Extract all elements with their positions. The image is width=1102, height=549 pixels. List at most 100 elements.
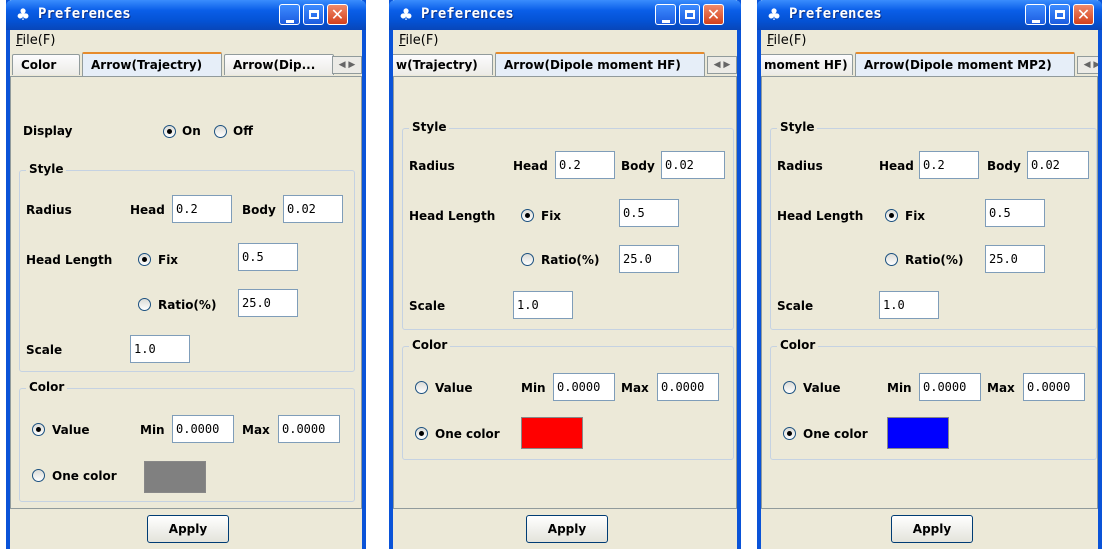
ratio-radio[interactable] <box>885 253 898 266</box>
value-label: Value <box>435 381 473 395</box>
body-field[interactable]: 0.02 <box>661 151 725 179</box>
tab-arrow-dipole[interactable]: Arrow(Dip... <box>224 54 334 75</box>
tab-arrow-trajectory[interactable]: w(Trajectry) <box>393 54 493 75</box>
ratio-label: Ratio(%) <box>905 253 964 267</box>
display-on-radio[interactable] <box>163 125 176 138</box>
menu-file[interactable]: File(F) <box>767 33 806 48</box>
one-color-radio[interactable] <box>783 427 796 440</box>
scale-field[interactable]: 1.0 <box>130 335 190 363</box>
max-field[interactable]: 0.0000 <box>1023 373 1085 401</box>
title-bar[interactable]: ♣ Preferences ✕ <box>757 0 1102 30</box>
min-field[interactable]: 0.0000 <box>172 415 234 443</box>
minimize-button[interactable] <box>279 4 300 25</box>
close-button[interactable]: ✕ <box>327 4 348 25</box>
divider <box>10 508 362 509</box>
close-button[interactable]: ✕ <box>1073 4 1094 25</box>
menu-bar: File(F) <box>393 30 737 52</box>
value-label: Value <box>52 423 90 437</box>
head-length-label: Head Length <box>26 253 113 267</box>
fix-field[interactable]: 0.5 <box>985 199 1045 227</box>
color-swatch[interactable] <box>144 461 206 493</box>
tab-color[interactable]: Color <box>12 54 80 75</box>
value-radio[interactable] <box>415 381 428 394</box>
tab-scroll-arrows[interactable]: ◀ ▶ <box>332 56 362 74</box>
fix-label: Fix <box>541 209 562 223</box>
color-swatch[interactable] <box>887 417 949 449</box>
ratio-radio[interactable] <box>521 253 534 266</box>
tab-scroll-arrows[interactable]: ◀ ▶ <box>707 56 737 74</box>
tab-scroll-arrows[interactable]: ◀ ▶ <box>1077 56 1098 74</box>
preferences-window-2: ♣ Preferences ✕ File(F) w(Trajectry) Arr… <box>389 0 741 549</box>
tab-content: Style Radius Head 0.2 Body 0.02 Head Len… <box>761 76 1098 509</box>
fix-field[interactable]: 0.5 <box>619 199 679 227</box>
ratio-field[interactable]: 25.0 <box>985 245 1045 273</box>
head-field[interactable]: 0.2 <box>172 195 232 223</box>
body-field[interactable]: 0.02 <box>283 195 343 223</box>
value-radio[interactable] <box>783 381 796 394</box>
menu-bar: File(F) <box>10 30 362 52</box>
value-label: Value <box>803 381 841 395</box>
one-color-radio[interactable] <box>32 469 45 482</box>
divider <box>761 508 1098 509</box>
display-off-label: Off <box>233 124 253 138</box>
one-color-radio[interactable] <box>415 427 428 440</box>
apply-button[interactable]: Apply <box>526 515 608 543</box>
max-field[interactable]: 0.0000 <box>657 373 719 401</box>
head-label: Head <box>879 159 914 173</box>
title-bar[interactable]: ♣ Preferences ✕ <box>6 0 366 30</box>
fix-field[interactable]: 0.5 <box>238 243 298 271</box>
maximize-button[interactable] <box>1049 4 1070 25</box>
head-label: Head <box>130 203 165 217</box>
window-title: Preferences <box>421 6 514 22</box>
value-radio[interactable] <box>32 423 45 436</box>
close-icon: ✕ <box>1076 5 1091 24</box>
preferences-window-3: ♣ Preferences ✕ File(F) moment HF) Arrow… <box>757 0 1102 549</box>
minimize-button[interactable] <box>1025 4 1046 25</box>
minimize-icon <box>1031 20 1040 23</box>
close-button[interactable]: ✕ <box>703 4 724 25</box>
tab-arrow-dipole-mp2[interactable]: Arrow(Dipole moment MP2) <box>855 52 1075 76</box>
maximize-button[interactable] <box>303 4 324 25</box>
scale-label: Scale <box>777 299 814 313</box>
display-label: Display <box>23 124 73 138</box>
minimize-icon <box>661 20 670 23</box>
ratio-field[interactable]: 25.0 <box>238 289 298 317</box>
one-color-label: One color <box>52 469 117 483</box>
scale-field[interactable]: 1.0 <box>513 291 573 319</box>
max-label: Max <box>242 423 270 437</box>
one-color-label: One color <box>435 427 500 441</box>
maximize-button[interactable] <box>679 4 700 25</box>
display-off-radio[interactable] <box>214 125 227 138</box>
head-field[interactable]: 0.2 <box>555 151 615 179</box>
ratio-label: Ratio(%) <box>158 298 217 312</box>
title-bar[interactable]: ♣ Preferences ✕ <box>389 0 741 30</box>
fix-radio[interactable] <box>885 209 898 222</box>
apply-button[interactable]: Apply <box>147 515 229 543</box>
minimize-icon <box>285 20 294 23</box>
tab-arrow-dipole-hf[interactable]: moment HF) <box>761 54 853 75</box>
min-field[interactable]: 0.0000 <box>919 373 981 401</box>
style-group: Style Radius Head 0.2 Body 0.02 Head Len… <box>402 120 734 330</box>
menu-file[interactable]: File(F) <box>16 33 55 48</box>
close-icon: ✕ <box>706 5 721 24</box>
window-title: Preferences <box>789 6 882 22</box>
ratio-field[interactable]: 25.0 <box>619 245 679 273</box>
apply-button[interactable]: Apply <box>891 515 973 543</box>
min-label: Min <box>887 381 912 395</box>
menu-file[interactable]: File(F) <box>399 33 438 48</box>
maximize-icon <box>684 10 695 19</box>
scale-field[interactable]: 1.0 <box>879 291 939 319</box>
color-group: Color Value Min 0.0000 Max 0.0000 One co… <box>19 380 355 502</box>
minimize-button[interactable] <box>655 4 676 25</box>
ratio-label: Ratio(%) <box>541 253 600 267</box>
fix-radio[interactable] <box>138 253 151 266</box>
tab-arrow-trajectory[interactable]: Arrow(Trajectry) <box>82 52 222 76</box>
head-field[interactable]: 0.2 <box>919 151 979 179</box>
max-field[interactable]: 0.0000 <box>278 415 340 443</box>
tab-arrow-dipole-hf[interactable]: Arrow(Dipole moment HF) <box>495 52 705 76</box>
min-field[interactable]: 0.0000 <box>553 373 615 401</box>
color-swatch[interactable] <box>521 417 583 449</box>
fix-radio[interactable] <box>521 209 534 222</box>
ratio-radio[interactable] <box>138 298 151 311</box>
body-field[interactable]: 0.02 <box>1027 151 1089 179</box>
